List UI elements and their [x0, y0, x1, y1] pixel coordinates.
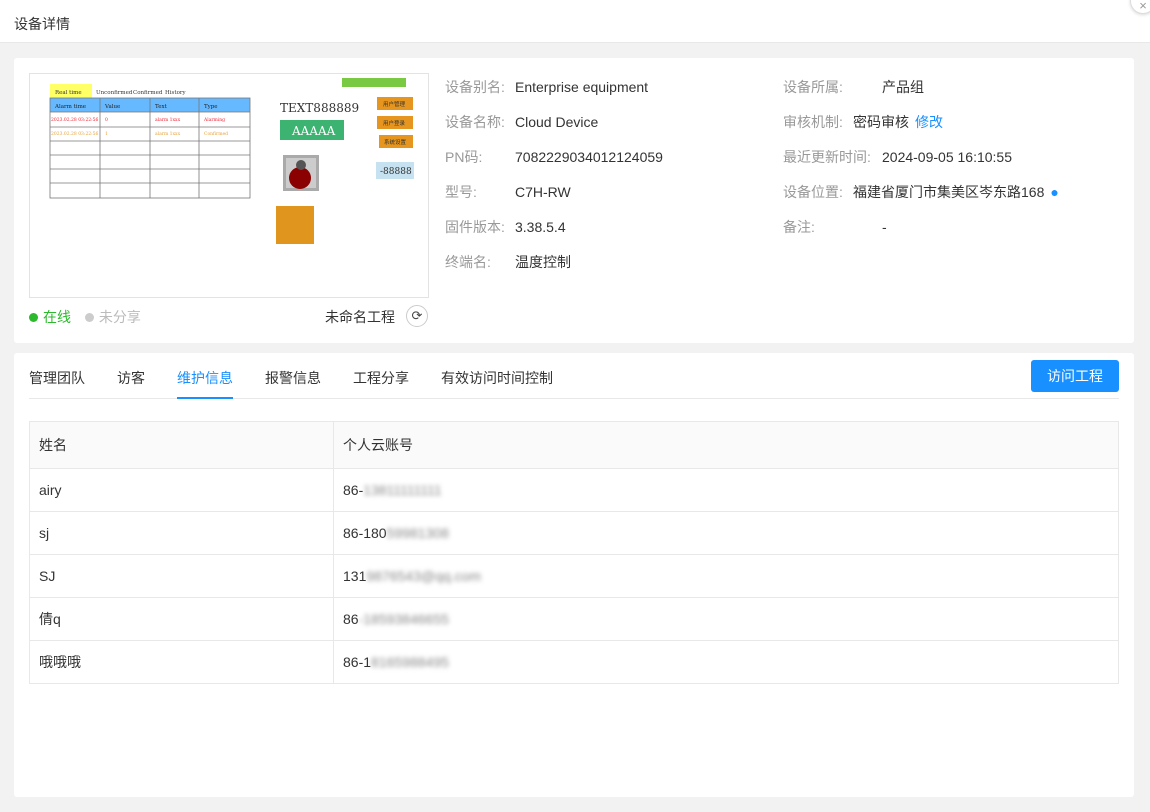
refresh-icon[interactable]: ⟳: [406, 305, 428, 327]
updated-label: 最近更新时间:: [783, 149, 871, 165]
pn-value: 7082229034012124059: [515, 149, 663, 165]
preview-col: Value: [104, 104, 120, 110]
location-value: 福建省厦门市集美区岑东路168: [853, 184, 1045, 200]
info-note: 备注: -: [783, 217, 887, 237]
preview-cell: 2023.02.28 03:22:56: [51, 117, 99, 123]
device-status: 在线 未分享: [29, 307, 141, 327]
preview-cell: 0: [105, 117, 108, 123]
preview-canvas: Real time Unconfirmed Confirmed History …: [49, 78, 414, 244]
cell-name: airy: [29, 468, 334, 512]
pn-label: PN码:: [445, 149, 483, 165]
location-pin-icon[interactable]: ●: [1050, 184, 1058, 200]
share-status: 未分享: [98, 309, 141, 325]
edit-audit-link[interactable]: 修改: [915, 114, 943, 130]
modal-title: 设备详情: [0, 0, 1150, 43]
preview-tab: Confirmed: [133, 90, 163, 96]
preview-col: Alarm time: [54, 104, 86, 110]
cell-name: 哦哦哦: [29, 640, 334, 684]
note-label: 备注:: [783, 219, 815, 235]
info-updated: 最近更新时间: 2024-09-05 16:10:55: [783, 147, 1012, 167]
location-label: 设备位置:: [783, 184, 843, 200]
tab-project-share[interactable]: 工程分享: [353, 368, 409, 399]
table-row: 倩q 86-18593846655: [29, 597, 1119, 641]
preview-side-button: 系统设置: [384, 138, 407, 146]
group-label: 设备所属:: [783, 79, 843, 95]
column-header-name: 姓名: [29, 421, 334, 469]
preview-tab: Unconfirmed: [96, 90, 133, 96]
table-row: airy 86-13811111111: [29, 468, 1119, 512]
info-group: 设备所属: 产品组: [783, 77, 924, 97]
preview-text-label: TEXT888889: [280, 101, 359, 115]
name-value: Cloud Device: [515, 114, 599, 130]
audit-label: 审核机制:: [783, 114, 843, 130]
preview-tab: History: [165, 90, 187, 96]
tab-maintenance-info[interactable]: 维护信息: [177, 368, 233, 399]
firmware-value: 3.38.5.4: [515, 219, 566, 235]
preview-side-button: 用户管理: [383, 100, 406, 108]
preview-col: Text: [155, 104, 168, 110]
online-dot-icon: [29, 313, 38, 322]
preview-cell: alarm 1xxx: [155, 131, 181, 137]
maintenance-card: 管理团队 访客 维护信息 报警信息 工程分享 有效访问时间控制 访问工程 姓名 …: [14, 353, 1134, 797]
info-audit: 审核机制: 密码审核 修改: [783, 112, 943, 132]
info-alias: 设备别名: Enterprise equipment: [445, 77, 648, 97]
cell-account: 1319876543@qq.com: [333, 554, 1119, 598]
audit-value: 密码审核: [853, 114, 909, 130]
preview-tab: Real time: [55, 90, 82, 96]
info-pn: PN码: 7082229034012124059: [445, 147, 663, 167]
online-status: 在线: [43, 309, 71, 325]
name-label: 设备名称:: [445, 114, 505, 130]
project-preview: Real time Unconfirmed Confirmed History …: [29, 73, 429, 298]
firmware-label: 固件版本:: [445, 219, 505, 235]
tab-management-team[interactable]: 管理团队: [29, 368, 85, 399]
note-value: -: [882, 219, 887, 235]
info-name: 设备名称: Cloud Device: [445, 112, 598, 132]
table-row: sj 86-18059981308: [29, 511, 1119, 555]
preview-side-button: 用户登录: [383, 119, 406, 127]
updated-value: 2024-09-05 16:10:55: [882, 149, 1012, 165]
info-terminal: 终端名: 温度控制: [445, 252, 571, 272]
table-row: 哦哦哦 86-18165988495: [29, 640, 1119, 684]
terminal-label: 终端名:: [445, 254, 491, 270]
group-value: 产品组: [882, 79, 924, 95]
project-name: 未命名工程: [325, 309, 395, 325]
tab-bar: 管理团队 访客 维护信息 报警信息 工程分享 有效访问时间控制: [29, 353, 1119, 399]
info-model: 型号: C7H-RW: [445, 182, 571, 202]
cell-name: sj: [29, 511, 334, 555]
cell-account: 86-18059981308: [333, 511, 1119, 555]
visit-project-button[interactable]: 访问工程: [1031, 360, 1119, 392]
cell-account: 86-18593846655: [333, 597, 1119, 641]
info-firmware: 固件版本: 3.38.5.4: [445, 217, 566, 237]
unshared-dot-icon: [84, 313, 94, 322]
preview-cell: alarm 1xxx: [155, 117, 181, 123]
device-info-card: Real time Unconfirmed Confirmed History …: [14, 58, 1134, 343]
cell-account: 86-18165988495: [333, 640, 1119, 684]
table-row: SJ 1319876543@qq.com: [29, 554, 1119, 598]
preview-green-button: AAAAA: [291, 124, 336, 138]
tab-alarm-info[interactable]: 报警信息: [265, 368, 321, 399]
tab-access-time-control[interactable]: 有效访问时间控制: [441, 368, 553, 399]
tab-visitors[interactable]: 访客: [117, 368, 145, 399]
info-location: 设备位置: 福建省厦门市集美区岑东路168 ●: [783, 182, 1059, 202]
cell-account: 86-13811111111: [333, 468, 1119, 512]
table-header-row: 姓名 个人云账号: [29, 421, 1119, 469]
preview-cell: 2023.02.28 03:22:56: [51, 131, 99, 137]
model-label: 型号:: [445, 184, 477, 200]
device-detail-modal: 设备详情 × Real time Unconfirmed Confirmed H…: [0, 0, 1150, 812]
cell-name: SJ: [29, 554, 334, 598]
preview-cell: Confirmed: [204, 131, 228, 137]
cell-name: 倩q: [29, 597, 334, 641]
preview-col: Type: [204, 104, 218, 110]
maintenance-table: 姓名 个人云账号 airy 86-13811111111 sj 86-18059…: [29, 421, 1119, 684]
column-header-account: 个人云账号: [333, 421, 1119, 469]
preview-number-display: -88888: [380, 167, 412, 177]
alias-label: 设备别名:: [445, 79, 505, 95]
model-value: C7H-RW: [515, 184, 571, 200]
preview-cell: 1: [105, 131, 108, 137]
terminal-value: 温度控制: [515, 254, 571, 270]
preview-cell: Alarming: [203, 117, 225, 123]
alias-value: Enterprise equipment: [515, 79, 649, 95]
